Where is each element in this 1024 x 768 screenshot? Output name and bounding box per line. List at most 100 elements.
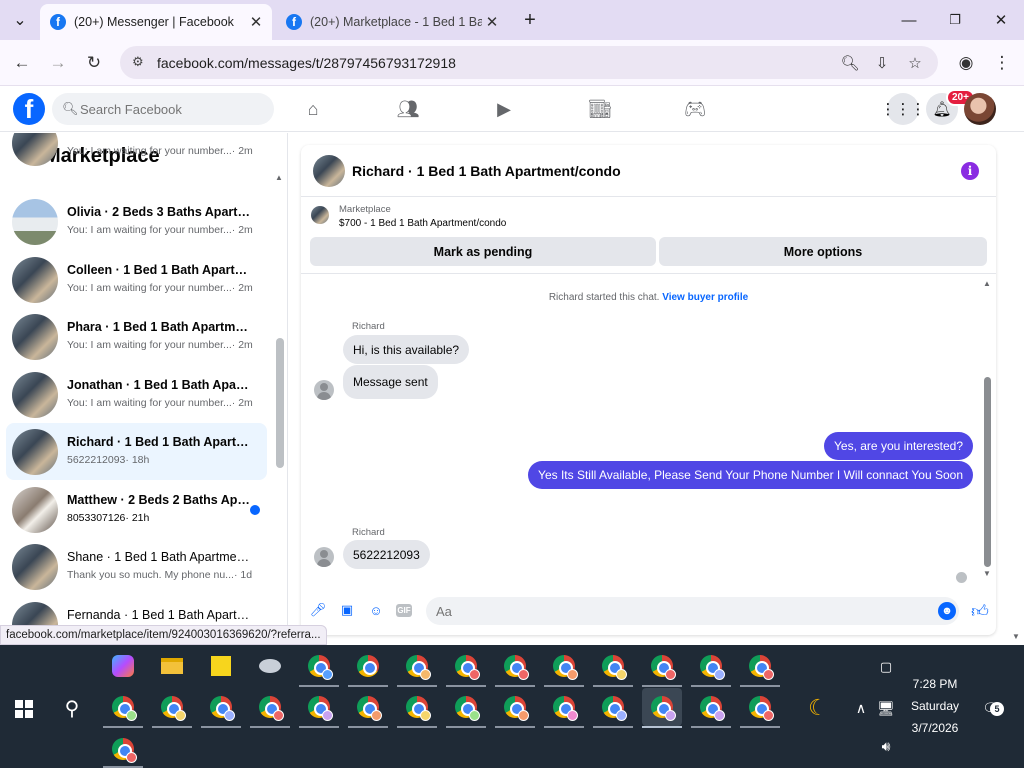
taskbar-search-icon[interactable]: ⚲ <box>60 696 84 720</box>
marketplace-icon[interactable]: 🏬︎ <box>589 98 612 120</box>
chrome-icon[interactable] <box>593 647 633 685</box>
chrome-icon[interactable] <box>348 647 388 685</box>
chrome-icon[interactable] <box>544 647 584 685</box>
conversation-item[interactable]: Phara · 1 Bed 1 Bath Apartment/... You: … <box>6 308 267 365</box>
chrome-icon[interactable] <box>446 647 486 685</box>
tab-messenger[interactable]: f (20+) Messenger | Facebook ✕ <box>40 4 272 40</box>
close-tab-icon[interactable]: ✕ <box>482 13 502 31</box>
mark-as-pending-button[interactable]: Mark as pending <box>310 237 656 266</box>
info-icon[interactable]: i <box>961 162 979 180</box>
scroll-up-arrow-icon[interactable]: ▲ <box>983 279 991 288</box>
profile-icon[interactable]: ◉ <box>955 52 977 74</box>
volume-icon[interactable]: 🔊︎ <box>875 735 897 757</box>
home-icon[interactable]: ⌂ <box>302 98 324 120</box>
chrome-icon[interactable] <box>397 688 437 726</box>
back-icon[interactable]: ← <box>11 52 33 74</box>
chrome-icon[interactable] <box>544 688 584 726</box>
chrome-icon[interactable] <box>103 688 143 726</box>
friends-icon[interactable]: 👥︎ <box>397 98 420 120</box>
message-input[interactable] <box>426 597 959 625</box>
search-box[interactable]: 🔍︎ <box>52 93 274 125</box>
chrome-icon[interactable] <box>397 647 437 685</box>
photo-icon[interactable]: ▣ <box>338 601 356 619</box>
scroll-down-arrow-icon[interactable]: ▼ <box>983 569 991 578</box>
chrome-icon[interactable] <box>691 647 731 685</box>
gif-icon[interactable]: GIF <box>396 604 412 617</box>
chat-avatar[interactable] <box>313 155 345 187</box>
conversation-item[interactable]: Colleen · 1 Bed 1 Bath Apartmen... You: … <box>6 251 267 308</box>
zoom-icon[interactable]: 🔍︎ <box>840 53 860 73</box>
menu-dots-icon[interactable]: ⋮ <box>991 52 1013 74</box>
chrome-icon[interactable] <box>495 688 535 726</box>
tab-marketplace[interactable]: f (20+) Marketplace - 1 Bed 1 Bat ✕ <box>276 4 508 40</box>
clock-day[interactable]: Saturday <box>905 699 965 713</box>
chrome-icon[interactable] <box>348 688 388 726</box>
conversation-item-active[interactable]: Richard · 1 Bed 1 Bath Apartmen... 56222… <box>6 423 267 480</box>
video-icon[interactable]: ▶ <box>493 98 515 120</box>
copilot-icon[interactable] <box>103 647 143 685</box>
chrome-icon[interactable] <box>152 688 192 726</box>
chrome-icon[interactable] <box>250 688 290 726</box>
page-scroll-down-icon[interactable]: ▼ <box>1012 632 1020 641</box>
chrome-icon-selected[interactable] <box>642 688 682 726</box>
chrome-icon[interactable] <box>740 688 780 726</box>
weather-moon-icon[interactable]: ☾ <box>805 695 831 721</box>
address-bar[interactable]: ⚙ facebook.com/messages/t/28797456793172… <box>120 46 938 79</box>
forward-icon[interactable]: → <box>47 52 69 74</box>
close-tab-icon[interactable]: ✕ <box>246 13 266 31</box>
chat-scrollbar[interactable] <box>984 377 991 567</box>
menu-grid-icon[interactable]: ⋮⋮⋮ <box>881 93 926 125</box>
conversation-item[interactable]: You: I am waiting for your number... · 2… <box>6 133 267 171</box>
sticker-icon[interactable]: ☺ <box>367 601 385 619</box>
new-tab-icon[interactable]: + <box>520 9 540 31</box>
sender-avatar[interactable] <box>314 380 334 400</box>
incoming-message[interactable]: 5622212093 <box>343 540 430 569</box>
sidebar-scrollbar[interactable] <box>276 338 284 468</box>
windows-start-icon[interactable] <box>15 700 33 718</box>
show-hidden-icons-chevron-icon[interactable]: ∧ <box>850 697 872 719</box>
conversation-item[interactable]: Matthew · 2 Beds 2 Baths Apa... 80533071… <box>6 481 267 538</box>
minimize-icon[interactable]: — <box>894 8 924 32</box>
more-options-button[interactable]: More options <box>659 237 987 266</box>
conversation-item[interactable]: Jonathan · 1 Bed 1 Bath Apartm... You: I… <box>6 366 267 423</box>
incoming-message[interactable]: Message sent <box>343 365 438 399</box>
microphone-icon[interactable]: 🎤︎ <box>309 601 327 619</box>
account-avatar[interactable] <box>964 93 996 125</box>
tab-search-icon[interactable]: ⌄ <box>10 10 30 30</box>
window-close-icon[interactable]: ✕ <box>986 8 1016 32</box>
reload-icon[interactable]: ↻ <box>83 52 105 74</box>
chrome-icon[interactable] <box>740 647 780 685</box>
chat-title[interactable]: Richard · 1 Bed 1 Bath Apartment/condo <box>352 163 621 179</box>
incoming-message[interactable]: Hi, is this available? <box>343 335 470 364</box>
thumbs-up-icon[interactable]: 👍︎ <box>969 600 991 622</box>
chrome-icon[interactable] <box>103 730 143 768</box>
sticky-notes-icon[interactable] <box>201 647 241 685</box>
clock-time[interactable]: 7:28 PM <box>905 677 965 691</box>
chrome-icon[interactable] <box>642 647 682 685</box>
chrome-icon[interactable] <box>299 647 339 685</box>
bookmark-star-icon[interactable]: ☆ <box>905 53 925 73</box>
install-app-icon[interactable]: ⇩ <box>872 53 892 73</box>
scroll-up-arrow-icon[interactable]: ▲ <box>275 173 283 182</box>
view-buyer-profile-link[interactable]: View buyer profile <box>662 292 748 303</box>
emoji-icon[interactable]: ☻ <box>938 602 956 620</box>
chrome-icon[interactable] <box>299 688 339 726</box>
conversation-item[interactable]: Shane · 1 Bed 1 Bath Apartment... Thank … <box>6 538 267 595</box>
outgoing-message[interactable]: Yes Its Still Available, Please Send You… <box>528 461 973 489</box>
facebook-logo-icon[interactable]: f <box>13 93 45 125</box>
listing-thumbnail[interactable] <box>311 206 329 224</box>
site-settings-icon[interactable]: ⚙ <box>132 54 148 70</box>
meet-now-icon[interactable]: ▢ <box>875 656 897 678</box>
search-input[interactable] <box>80 99 260 119</box>
chrome-icon[interactable] <box>593 688 633 726</box>
chrome-icon[interactable] <box>201 688 241 726</box>
file-explorer-icon[interactable] <box>152 647 192 685</box>
gaming-icon[interactable]: 🎮︎ <box>684 98 707 120</box>
chrome-icon[interactable] <box>691 688 731 726</box>
sender-avatar[interactable] <box>314 547 334 567</box>
conversation-item[interactable]: Olivia · 2 Beds 3 Baths Apartme... You: … <box>6 193 267 250</box>
network-icon[interactable]: 🖥︎ <box>875 697 897 719</box>
restore-icon[interactable]: ❐ <box>940 8 970 32</box>
listing-description[interactable]: $700 - 1 Bed 1 Bath Apartment/condo <box>339 218 506 229</box>
clock-date[interactable]: 3/7/2026 <box>905 721 965 735</box>
